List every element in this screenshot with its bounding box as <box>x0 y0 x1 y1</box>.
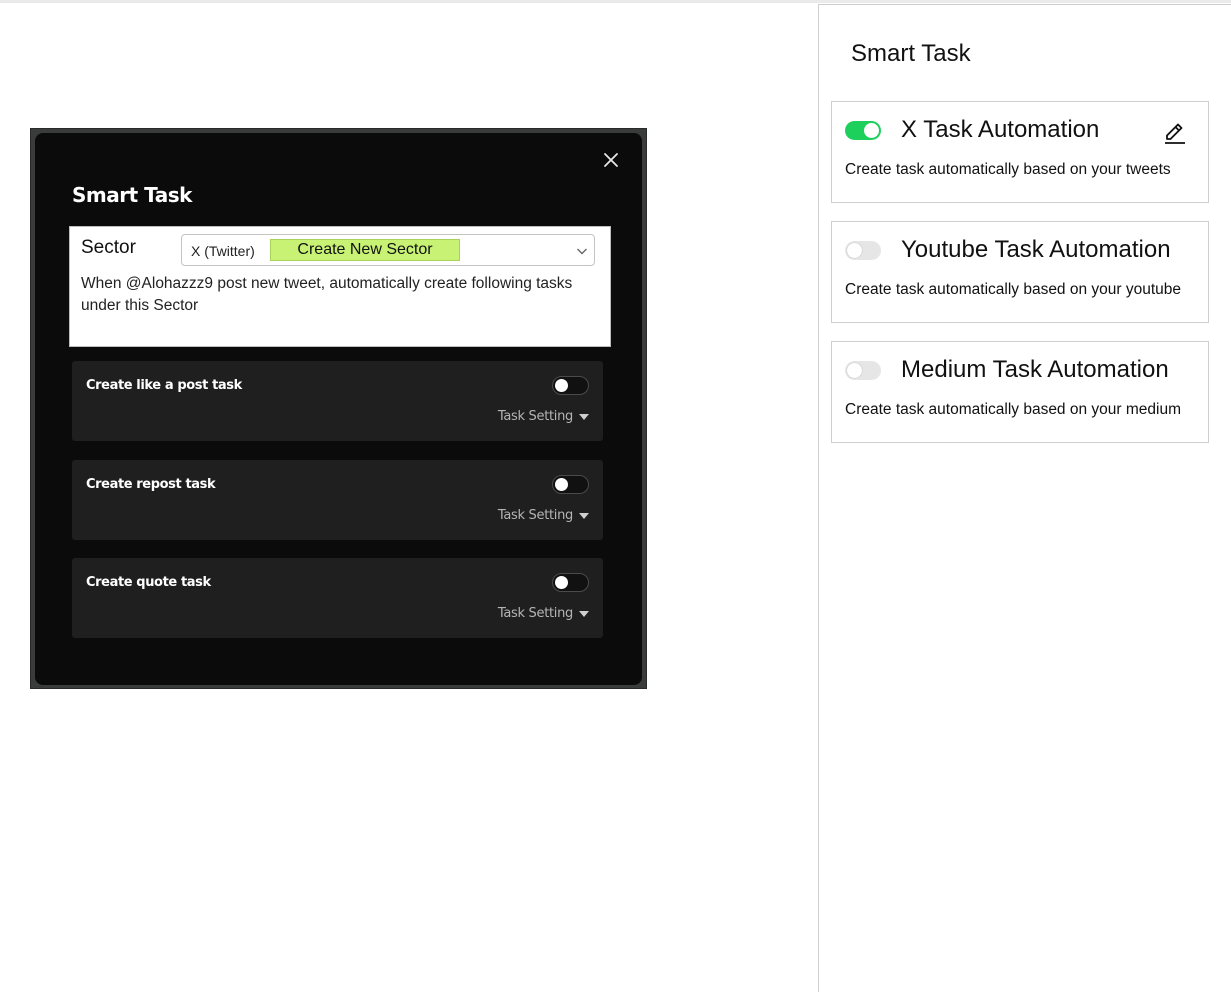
task-card-like: Create like a post task Task Setting <box>72 361 603 441</box>
automation-card-youtube: Youtube Task Automation Create task auto… <box>831 221 1209 323</box>
automation-description: Create task automatically based on your … <box>845 401 1181 418</box>
task-card-repost: Create repost task Task Setting <box>72 460 603 540</box>
create-new-sector-button[interactable]: Create New Sector <box>270 239 460 261</box>
sector-label: Sector <box>81 237 136 258</box>
close-button[interactable] <box>600 149 622 171</box>
task-card-quote: Create quote task Task Setting <box>72 558 603 638</box>
automation-toggle-youtube[interactable] <box>845 241 881 260</box>
smart-task-modal: Smart Task Sector X (Twitter) Create New… <box>35 133 642 685</box>
close-icon <box>604 153 618 167</box>
pencil-icon[interactable] <box>1162 120 1188 146</box>
sector-selected-value: X (Twitter) <box>191 243 255 259</box>
task-toggle-quote[interactable] <box>552 573 589 592</box>
automation-title: Youtube Task Automation <box>901 236 1171 263</box>
toggle-knob <box>847 243 862 258</box>
sector-description: When @Alohazzz9 post new tweet, automati… <box>81 275 573 314</box>
automation-card-medium: Medium Task Automation Create task autom… <box>831 341 1209 443</box>
task-setting-dropdown[interactable]: Task Setting <box>498 508 589 523</box>
task-setting-label: Task Setting <box>497 409 573 424</box>
task-setting-label: Task Setting <box>497 606 573 621</box>
toggle-knob <box>555 576 568 589</box>
task-title: Create quote task <box>86 575 211 590</box>
sector-select[interactable]: X (Twitter) Create New Sector <box>181 234 595 266</box>
task-toggle-repost[interactable] <box>552 475 589 494</box>
panel-title: Smart Task <box>851 40 971 67</box>
toggle-knob <box>864 123 879 138</box>
chevron-down-icon <box>576 245 588 257</box>
caret-down-icon <box>579 413 589 420</box>
automation-title: X Task Automation <box>901 116 1100 143</box>
automation-description: Create task automatically based on your … <box>845 161 1171 178</box>
automation-description: Create task automatically based on your … <box>845 281 1182 298</box>
sector-section: Sector X (Twitter) Create New Sector Whe… <box>69 226 611 347</box>
automation-toggle-x[interactable] <box>845 121 881 140</box>
task-setting-dropdown[interactable]: Task Setting <box>498 606 589 621</box>
task-setting-label: Task Setting <box>497 508 573 523</box>
top-divider <box>0 0 1231 3</box>
toggle-knob <box>847 363 862 378</box>
automation-title: Medium Task Automation <box>901 356 1169 383</box>
automation-card-x: X Task Automation Create task automatica… <box>831 101 1209 203</box>
toggle-knob <box>555 379 568 392</box>
toggle-knob <box>555 478 568 491</box>
task-title: Create repost task <box>86 477 216 492</box>
task-toggle-like[interactable] <box>552 376 589 395</box>
smart-task-panel: Smart Task X Task Automation Create task… <box>818 4 1231 992</box>
task-title: Create like a post task <box>86 378 242 393</box>
caret-down-icon <box>579 610 589 617</box>
caret-down-icon <box>579 512 589 519</box>
task-setting-dropdown[interactable]: Task Setting <box>498 409 589 424</box>
automation-toggle-medium[interactable] <box>845 361 881 380</box>
smart-task-modal-frame: Smart Task Sector X (Twitter) Create New… <box>30 128 647 689</box>
modal-title: Smart Task <box>72 183 192 207</box>
